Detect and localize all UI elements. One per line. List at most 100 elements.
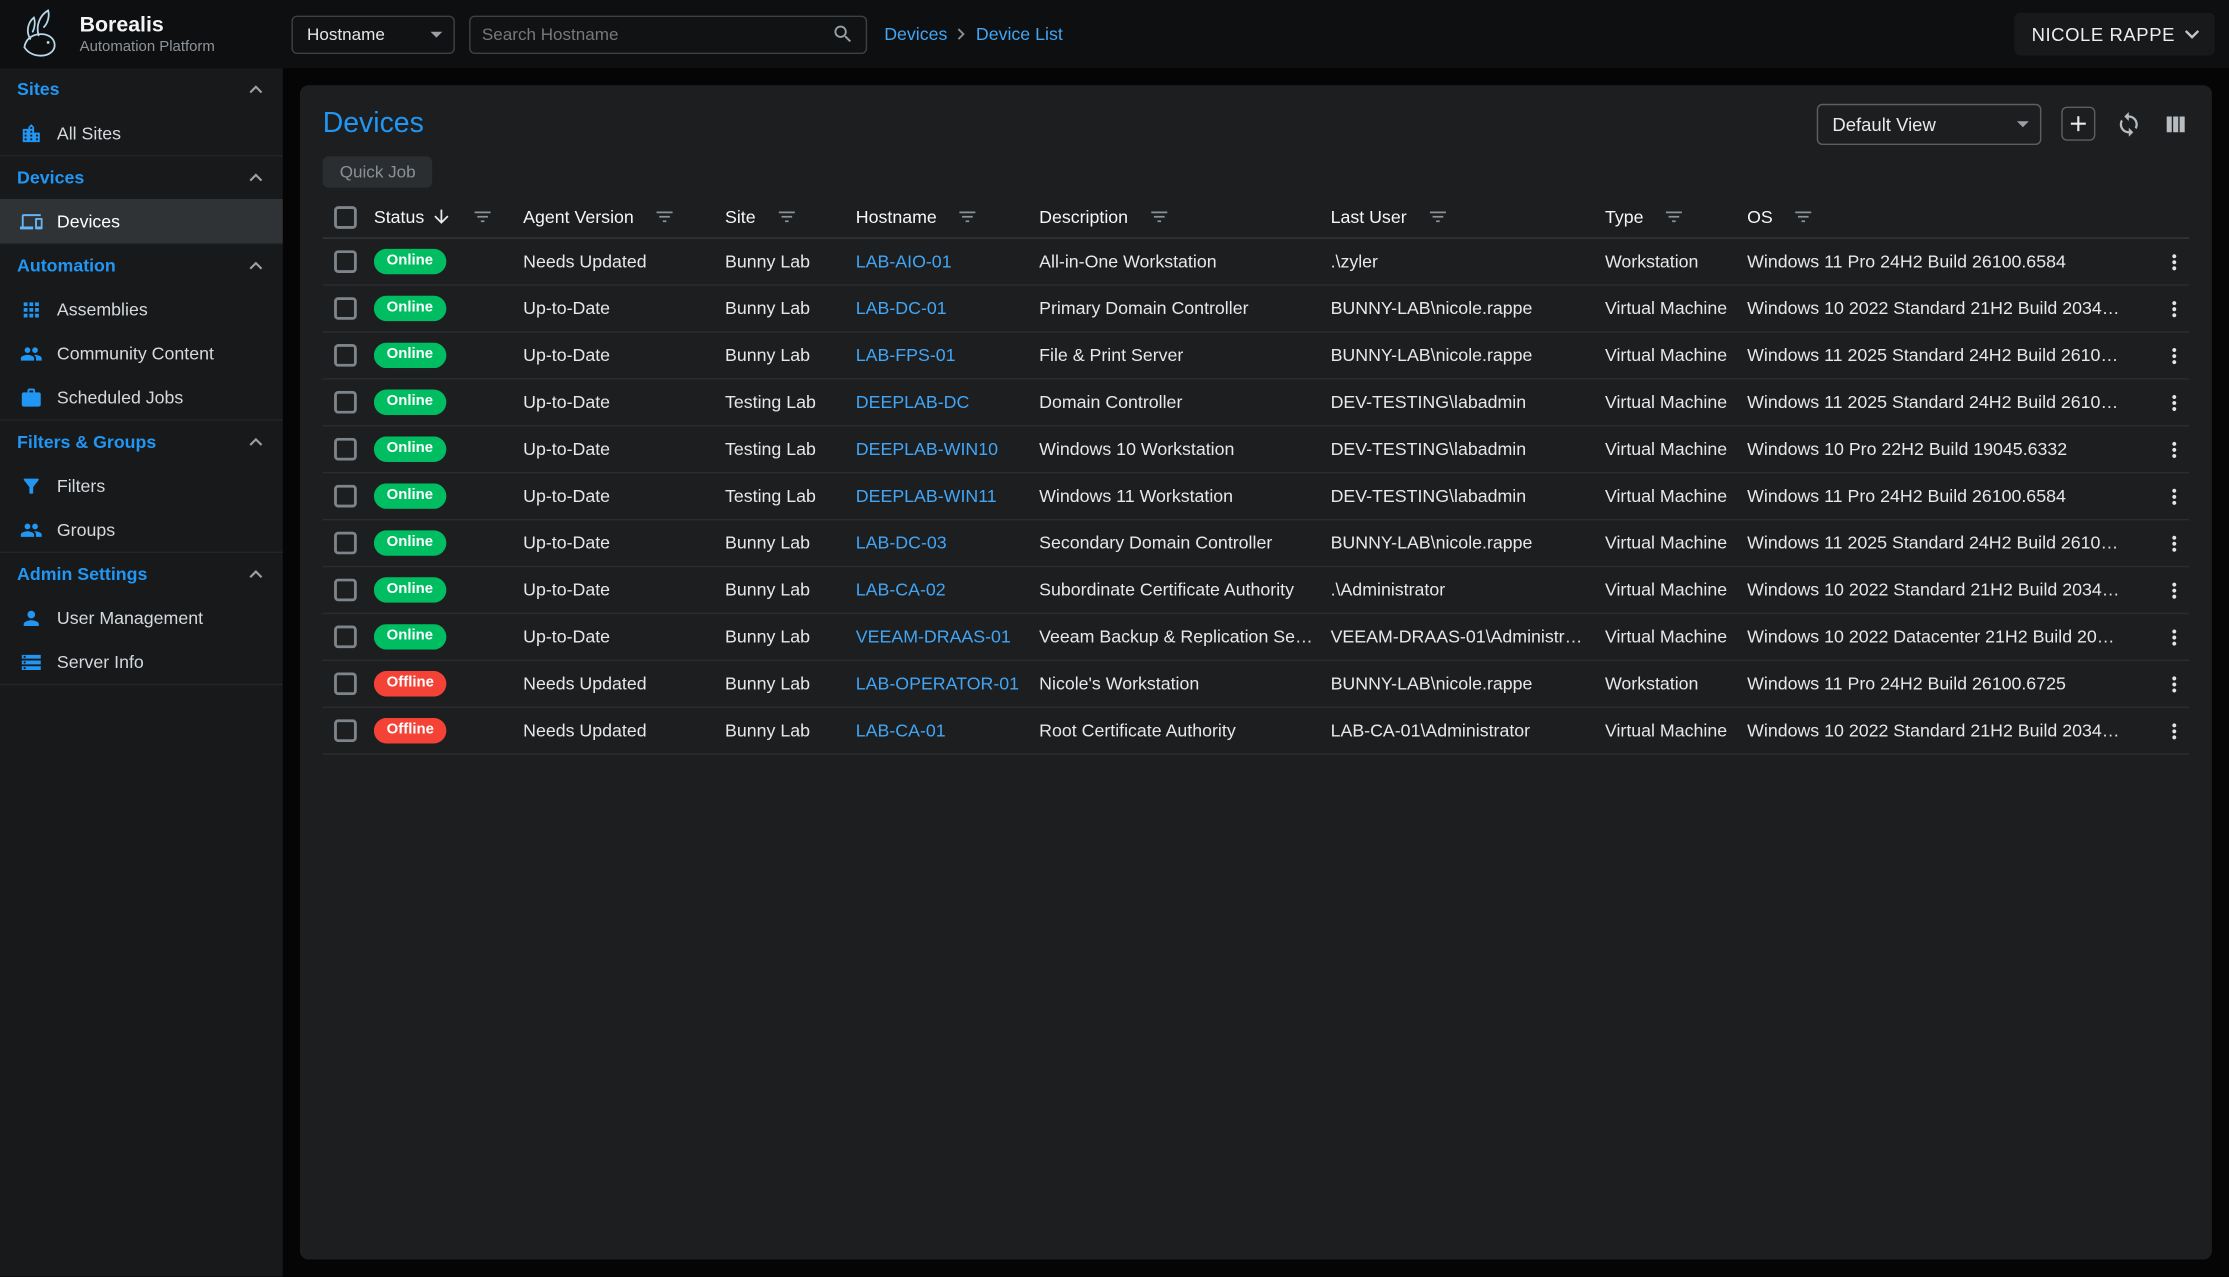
row-checkbox[interactable] <box>334 625 357 648</box>
search-input[interactable] <box>482 24 832 44</box>
sidebar-item-groups[interactable]: Groups <box>0 507 283 551</box>
row-menu-icon[interactable] <box>2162 625 2186 649</box>
column-header-type[interactable]: Type <box>1605 206 1747 227</box>
row-checkbox[interactable] <box>334 532 357 555</box>
row-checkbox[interactable] <box>334 344 357 367</box>
add-view-button[interactable] <box>2061 107 2095 141</box>
table-row[interactable]: Online Up-to-Date Bunny Lab LAB-DC-03 Se… <box>323 520 2190 567</box>
filter-icon[interactable] <box>654 206 675 227</box>
table-row[interactable]: Online Up-to-Date Testing Lab DEEPLAB-WI… <box>323 426 2190 473</box>
columns-button[interactable] <box>2162 110 2189 137</box>
status-cell: Online <box>374 436 523 462</box>
hostname-link[interactable]: LAB-AIO-01 <box>856 252 952 272</box>
row-menu-icon[interactable] <box>2162 343 2186 367</box>
quick-job-button[interactable]: Quick Job <box>323 156 433 187</box>
sidebar-section-label: Devices <box>17 168 84 188</box>
filter-icon[interactable] <box>1148 206 1169 227</box>
row-menu-icon[interactable] <box>2162 390 2186 414</box>
site-cell: Bunny Lab <box>725 674 856 694</box>
filter-icon[interactable] <box>473 206 494 227</box>
checkbox-cell <box>323 485 374 508</box>
sidebar-item-all-sites[interactable]: All Sites <box>0 111 283 155</box>
row-checkbox[interactable] <box>334 297 357 320</box>
row-checkbox[interactable] <box>334 438 357 461</box>
table-row[interactable]: Online Up-to-Date Bunny Lab LAB-DC-01 Pr… <box>323 286 2190 333</box>
sidebar-section-devices[interactable]: Devices <box>0 156 283 199</box>
sidebar-section-filters-groups[interactable]: Filters & Groups <box>0 421 283 464</box>
row-menu-icon[interactable] <box>2162 437 2186 461</box>
row-checkbox[interactable] <box>334 719 357 742</box>
sidebar-section-admin-settings[interactable]: Admin Settings <box>0 553 283 596</box>
site-cell: Bunny Lab <box>725 252 856 272</box>
status-cell: Online <box>374 389 523 415</box>
column-header-host[interactable]: Hostname <box>856 206 1039 227</box>
row-menu-icon[interactable] <box>2162 578 2186 602</box>
column-header-user[interactable]: Last User <box>1331 206 1605 227</box>
table-row[interactable]: Online Up-to-Date Bunny Lab VEEAM-DRAAS-… <box>323 614 2190 661</box>
view-select[interactable]: Default View <box>1817 103 2042 144</box>
column-header-agent[interactable]: Agent Version <box>523 206 725 227</box>
table-row[interactable]: Offline Needs Updated Bunny Lab LAB-CA-0… <box>323 708 2190 755</box>
column-header-desc[interactable]: Description <box>1039 206 1330 227</box>
search-field-select[interactable]: Hostname <box>291 15 454 53</box>
filter-icon[interactable] <box>1427 206 1448 227</box>
row-menu-icon[interactable] <box>2162 672 2186 696</box>
hostname-link[interactable]: VEEAM-DRAAS-01 <box>856 627 1011 647</box>
row-menu-icon[interactable] <box>2162 484 2186 508</box>
row-checkbox[interactable] <box>334 579 357 602</box>
search-icon[interactable] <box>832 23 855 46</box>
column-header-os[interactable]: OS <box>1747 206 2189 227</box>
sidebar-item-filters[interactable]: Filters <box>0 463 283 507</box>
table-row[interactable]: Online Needs Updated Bunny Lab LAB-AIO-0… <box>323 239 2190 286</box>
sidebar-item-scheduled-jobs[interactable]: Scheduled Jobs <box>0 375 283 419</box>
table-row[interactable]: Offline Needs Updated Bunny Lab LAB-OPER… <box>323 661 2190 708</box>
hostname-link[interactable]: LAB-FPS-01 <box>856 345 956 365</box>
hostname-cell: LAB-DC-01 <box>856 299 1039 319</box>
row-menu-icon[interactable] <box>2162 719 2186 743</box>
row-checkbox[interactable] <box>334 250 357 273</box>
hostname-link[interactable]: DEEPLAB-WIN10 <box>856 439 998 459</box>
user-menu[interactable]: NICOLE RAPPE <box>2015 13 2215 56</box>
hostname-link[interactable]: LAB-CA-02 <box>856 580 946 600</box>
sidebar-item-user-management[interactable]: User Management <box>0 596 283 640</box>
table-row[interactable]: Online Up-to-Date Testing Lab DEEPLAB-DC… <box>323 380 2190 427</box>
hostname-link[interactable]: DEEPLAB-WIN11 <box>856 486 997 506</box>
column-label: Status <box>374 207 424 227</box>
hostname-link[interactable]: LAB-OPERATOR-01 <box>856 674 1019 694</box>
breadcrumb-device-list[interactable]: Device List <box>976 24 1063 44</box>
row-checkbox[interactable] <box>334 391 357 414</box>
hostname-link[interactable]: DEEPLAB-DC <box>856 392 970 412</box>
agent-version-cell: Up-to-Date <box>523 392 725 412</box>
table-row[interactable]: Online Up-to-Date Testing Lab DEEPLAB-WI… <box>323 473 2190 520</box>
sidebar-section-automation[interactable]: Automation <box>0 245 283 288</box>
sidebar-item-label: Scheduled Jobs <box>57 387 183 407</box>
row-checkbox[interactable] <box>334 485 357 508</box>
select-all-checkbox[interactable] <box>334 205 357 228</box>
row-menu-icon[interactable] <box>2162 249 2186 273</box>
sidebar-item-server-info[interactable]: Server Info <box>0 640 283 684</box>
filter-icon[interactable] <box>1663 206 1684 227</box>
breadcrumb-devices[interactable]: Devices <box>884 24 947 44</box>
filter-icon[interactable] <box>1793 206 1814 227</box>
checkbox-cell <box>323 532 374 555</box>
sidebar-item-assemblies[interactable]: Assemblies <box>0 287 283 331</box>
row-menu-icon[interactable] <box>2162 531 2186 555</box>
hostname-link[interactable]: LAB-DC-01 <box>856 299 947 319</box>
hostname-link[interactable]: LAB-DC-03 <box>856 533 947 553</box>
sidebar-item-community-content[interactable]: Community Content <box>0 331 283 375</box>
table-row[interactable]: Online Up-to-Date Bunny Lab LAB-FPS-01 F… <box>323 333 2190 380</box>
server-icon <box>20 650 43 673</box>
sidebar-section-sites[interactable]: Sites <box>0 68 283 111</box>
hostname-link[interactable]: LAB-CA-01 <box>856 721 946 741</box>
column-header-site[interactable]: Site <box>725 206 856 227</box>
last-user-cell: DEV-TESTING\labadmin <box>1331 486 1605 506</box>
row-checkbox[interactable] <box>334 672 357 695</box>
row-menu-icon[interactable] <box>2162 296 2186 320</box>
refresh-button[interactable] <box>2115 110 2142 137</box>
column-header-status[interactable]: Status <box>374 206 523 227</box>
table-row[interactable]: Online Up-to-Date Bunny Lab LAB-CA-02 Su… <box>323 567 2190 614</box>
sidebar-item-devices[interactable]: Devices <box>0 199 283 243</box>
status-badge: Online <box>374 530 446 556</box>
filter-icon[interactable] <box>776 206 797 227</box>
filter-icon[interactable] <box>957 206 978 227</box>
